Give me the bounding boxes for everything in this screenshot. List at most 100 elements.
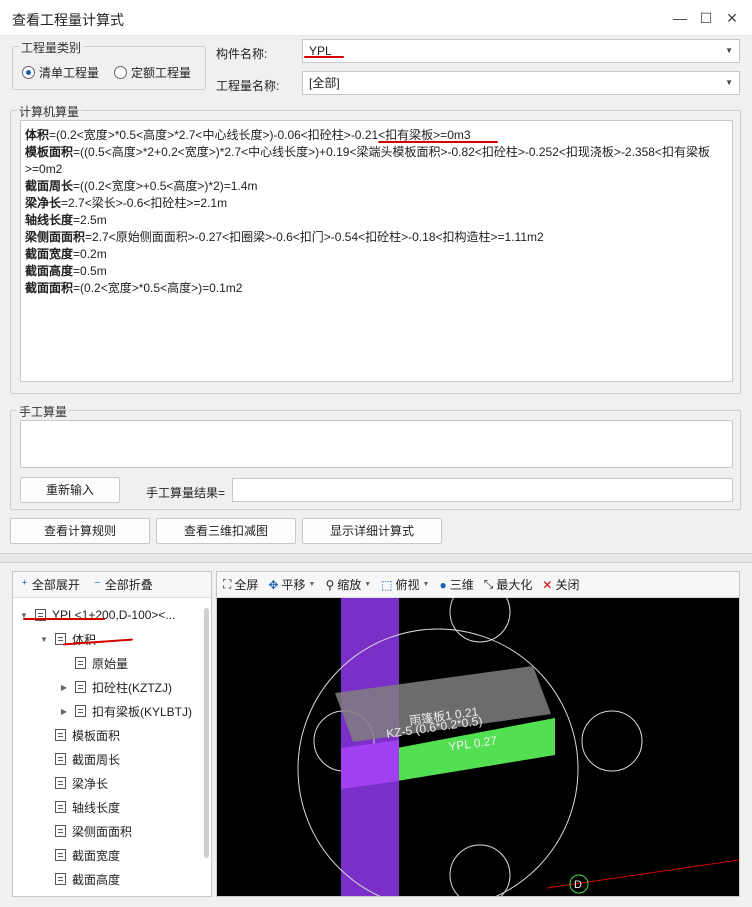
axis-marker-circle	[449, 844, 511, 896]
zoom-icon: ⚲	[325, 577, 335, 592]
radio-dot	[22, 66, 35, 79]
3d-view-button[interactable]: ● 三维	[439, 576, 473, 593]
tree-node[interactable]: ▼ YPL<1+200,D-100><...	[19, 603, 175, 627]
view-3d-deduction-button[interactable]: 查看三维扣减图	[156, 518, 296, 544]
document-icon	[55, 729, 66, 741]
calc-line-section-width: 截面宽度=0.2m	[25, 247, 107, 261]
tree-node-label: 截面宽度	[72, 848, 121, 863]
quantity-select[interactable]: [全部] ▼	[302, 71, 740, 95]
tree-node-label: 轴线长度	[72, 800, 121, 815]
collapse-all-label: 全部折叠	[104, 578, 153, 592]
close-button[interactable]: ✕	[722, 8, 742, 28]
calc-line-section-area: 截面面积=(0.2<宽度>*0.5<高度>)=0.1m2	[25, 281, 243, 295]
computer-legend: 计算机算量	[17, 103, 82, 120]
chevron-down-icon[interactable]: ▼	[39, 635, 49, 644]
chevron-right-icon[interactable]: ▶	[59, 707, 69, 716]
tree-node[interactable]: 梁净长	[39, 771, 108, 795]
window-title: 查看工程量计算式	[12, 12, 124, 28]
document-icon	[55, 825, 66, 837]
tree-node[interactable]: ▶ 扣有梁板(KYLBTJ)	[59, 699, 192, 723]
tree-node-label: 原始量	[92, 656, 129, 671]
calc-line-net-length: 梁净长=2.7<梁长>-0.6<扣砼柱>=2.1m	[25, 196, 228, 210]
tree-node[interactable]: 轴线长度	[39, 795, 120, 819]
tree-node[interactable]: 原始量	[59, 651, 128, 675]
tree-node[interactable]: 梁侧面面积	[39, 819, 132, 843]
maximize-icon: ⤡	[483, 577, 494, 591]
annotation-underline	[304, 56, 344, 58]
chevron-down-icon: ▼	[725, 78, 733, 87]
document-icon	[55, 849, 66, 861]
tree-toolbar: ⁺ 全部展开 ⁻ 全部折叠	[13, 572, 211, 598]
fullscreen-button[interactable]: ⛶ 全屏	[223, 576, 258, 593]
collapse-all-button[interactable]: ⁻ 全部折叠	[94, 576, 153, 593]
view-rules-button[interactable]: 查看计算规则	[10, 518, 150, 544]
close-view-button[interactable]: ✕ 关闭	[542, 576, 579, 593]
document-icon	[55, 801, 66, 813]
radio-quota-quantity[interactable]: 定额工程量	[114, 64, 191, 81]
tree-node-label: 截面周长	[72, 752, 121, 767]
tree-node[interactable]: 截面宽度	[39, 843, 120, 867]
tree-node[interactable]: ▼ 体积	[39, 627, 96, 651]
tree-node-label: 体积	[72, 632, 97, 647]
expand-all-button[interactable]: ⁺ 全部展开	[21, 576, 80, 593]
calc-line-volume: 体积=(0.2<宽度>*0.5<高度>*2.7<中心线长度>)-0.06<扣砼柱…	[25, 128, 471, 142]
radio-dot	[114, 66, 127, 79]
view-canvas[interactable]: 雨篷板1 0.21 KZ-5 (0.6*0.2*0.5) YPL 0.27 D	[217, 598, 739, 896]
splitter[interactable]	[0, 553, 752, 563]
tree-node[interactable]: ▶ 扣砼柱(KZTZJ)	[59, 675, 172, 699]
tree-panel: ⁺ 全部展开 ⁻ 全部折叠 ▼ YPL<1+200,D-100><... ▼ 体积原始…	[12, 571, 212, 897]
component-select[interactable]: YPL ▼	[302, 39, 740, 63]
tree-node-label: 扣有梁板(KYLBTJ)	[92, 704, 193, 719]
manual-result-label: 手工算量结果=	[146, 486, 226, 500]
fullscreen-icon: ⛶	[223, 577, 232, 591]
cube-icon: ⬚	[381, 577, 393, 592]
radio-label: 定额工程量	[131, 66, 192, 80]
expand-icon: ⁺	[21, 576, 28, 592]
radio-label: 清单工程量	[39, 66, 100, 80]
pan-button[interactable]: ✥ 平移 ▼	[268, 576, 315, 593]
tree-node[interactable]: 模板面积	[39, 723, 120, 747]
tree-node-label: 模板面积	[72, 728, 121, 743]
expand-all-label: 全部展开	[31, 578, 80, 592]
pan-icon: ✥	[268, 577, 279, 592]
chevron-right-icon[interactable]: ▶	[59, 683, 69, 692]
minimize-button[interactable]: —	[670, 8, 690, 28]
calc-line-axis-length: 轴线长度=2.5m	[25, 213, 107, 227]
maximize-view-button[interactable]: ⤡ 最大化	[484, 576, 533, 593]
maximize-button[interactable]: ☐	[696, 8, 716, 28]
calc-line-formwork: 模板面积=((0.5<高度>*2+0.2<宽度>)*2.7<中心线长度>)+0.…	[25, 145, 710, 176]
tree-scrollbar[interactable]	[204, 608, 209, 858]
document-icon	[75, 657, 86, 669]
calc-line-section-height: 截面高度=0.5m	[25, 264, 107, 278]
top-view-button[interactable]: ⬚ 俯视 ▼	[381, 576, 429, 593]
document-icon	[55, 753, 66, 765]
document-icon	[55, 873, 66, 885]
axis-d-label: D	[574, 879, 582, 891]
component-label: 构件名称:	[216, 47, 268, 61]
manual-textarea[interactable]	[20, 420, 733, 468]
tree-node-label: 梁侧面面积	[72, 824, 133, 839]
radio-bill-quantity[interactable]: 清单工程量	[22, 64, 99, 81]
document-icon	[75, 681, 86, 693]
zoom-button[interactable]: ⚲ 缩放 ▼	[325, 576, 371, 593]
calculation-textarea[interactable]: 体积=(0.2<宽度>*0.5<高度>*2.7<中心线长度>)-0.06<扣砼柱…	[20, 120, 733, 382]
axis-marker-circle	[581, 710, 643, 772]
show-detail-button[interactable]: 显示详细计算式	[302, 518, 442, 544]
collapse-icon: ⁻	[93, 576, 101, 592]
title-bar: 查看工程量计算式 — ☐ ✕	[0, 0, 752, 36]
tree-node[interactable]: 截面高度	[39, 867, 120, 891]
calc-line-side-area: 梁侧面面积=2.7<原始侧面面积>-0.27<扣圈梁>-0.6<扣门>-0.54…	[25, 230, 544, 244]
tree-node-label: 梁净长	[72, 776, 109, 791]
calc-line-perimeter: 截面周长=((0.2<宽度>+0.5<高度>)*2)=1.4m	[25, 179, 258, 193]
tree-node[interactable]: 截面周长	[39, 747, 120, 771]
annotation-underline	[23, 618, 105, 620]
sphere-icon: ●	[439, 577, 447, 592]
column-overlap-shape	[341, 740, 399, 789]
document-icon	[75, 705, 86, 717]
tree-node-label: 扣砼柱(KZTZJ)	[92, 680, 172, 695]
manual-result-input[interactable]	[232, 478, 733, 502]
chevron-down-icon: ▼	[725, 46, 733, 55]
document-icon	[55, 777, 66, 789]
reenter-button[interactable]: 重新输入	[20, 477, 120, 503]
category-legend: 工程量类别	[19, 39, 84, 56]
